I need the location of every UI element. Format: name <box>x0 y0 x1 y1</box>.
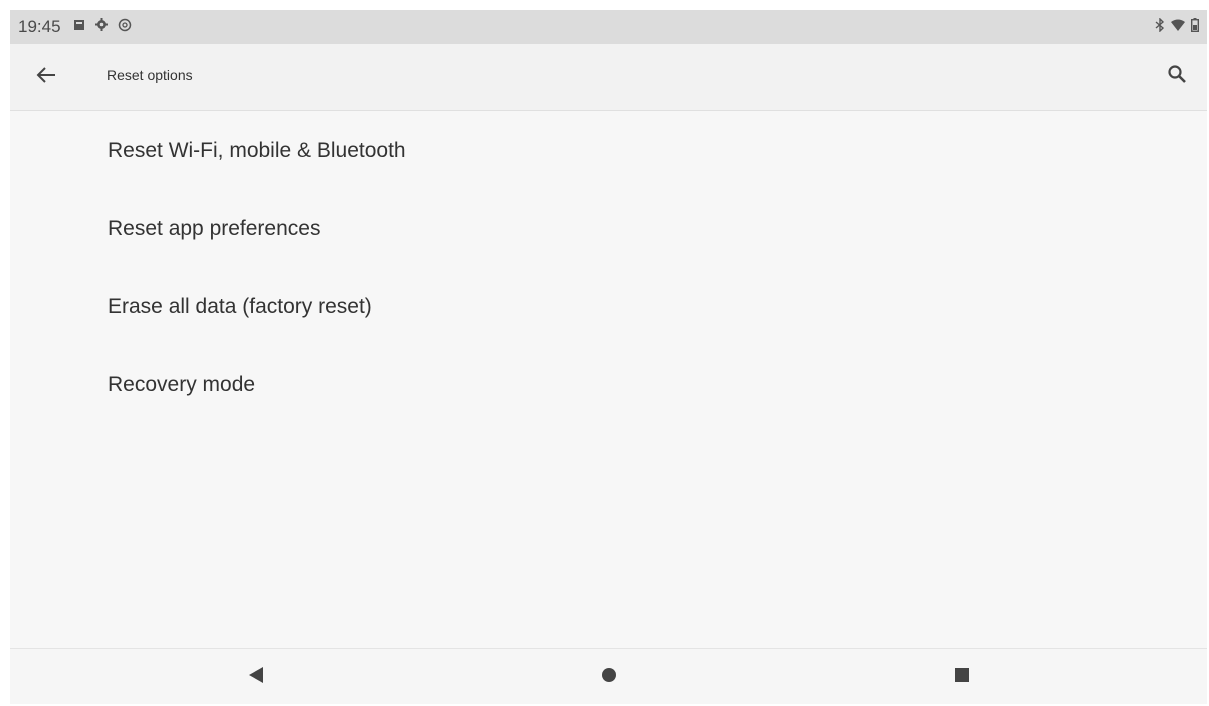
settings-list: Reset Wi-Fi, mobile & Bluetooth Reset ap… <box>10 111 1207 648</box>
battery-icon <box>1190 17 1199 37</box>
image-icon <box>73 18 85 36</box>
android-screen: 19:45 Reset options Reset Wi-Fi, mobile … <box>10 10 1207 704</box>
back-button[interactable] <box>32 63 60 91</box>
back-triangle-icon <box>248 666 264 689</box>
bluetooth-icon <box>1155 16 1165 37</box>
list-item-label: Reset app preferences <box>108 217 321 240</box>
nav-recents-button[interactable] <box>948 663 976 691</box>
list-item-label: Recovery mode <box>108 373 256 396</box>
search-button[interactable] <box>1163 62 1191 90</box>
list-item-label: Erase all data (factory reset) <box>108 295 372 318</box>
navigation-bar <box>10 648 1207 704</box>
list-item-reset-network[interactable]: Reset Wi-Fi, mobile & Bluetooth <box>10 111 1207 189</box>
search-icon <box>1167 64 1187 89</box>
at-sign-icon <box>118 18 132 37</box>
arrow-back-icon <box>36 66 56 89</box>
status-icons-right <box>1155 16 1199 37</box>
wifi-icon <box>1171 18 1185 36</box>
nav-back-button[interactable] <box>242 663 270 691</box>
page-title: Reset options <box>107 67 193 83</box>
status-bar: 19:45 <box>10 10 1207 44</box>
nav-home-button[interactable] <box>595 663 623 691</box>
list-item-recovery-mode[interactable]: Recovery mode <box>10 345 1207 423</box>
status-time: 19:45 <box>18 17 61 36</box>
home-circle-icon <box>600 666 618 689</box>
recents-square-icon <box>953 666 971 689</box>
list-item-reset-app-preferences[interactable]: Reset app preferences <box>10 189 1207 267</box>
gear-icon <box>94 18 108 36</box>
list-item-label: Reset Wi-Fi, mobile & Bluetooth <box>108 139 406 162</box>
app-bar: Reset options <box>10 44 1207 111</box>
list-item-factory-reset[interactable]: Erase all data (factory reset) <box>10 267 1207 345</box>
status-icons-left <box>73 18 132 37</box>
